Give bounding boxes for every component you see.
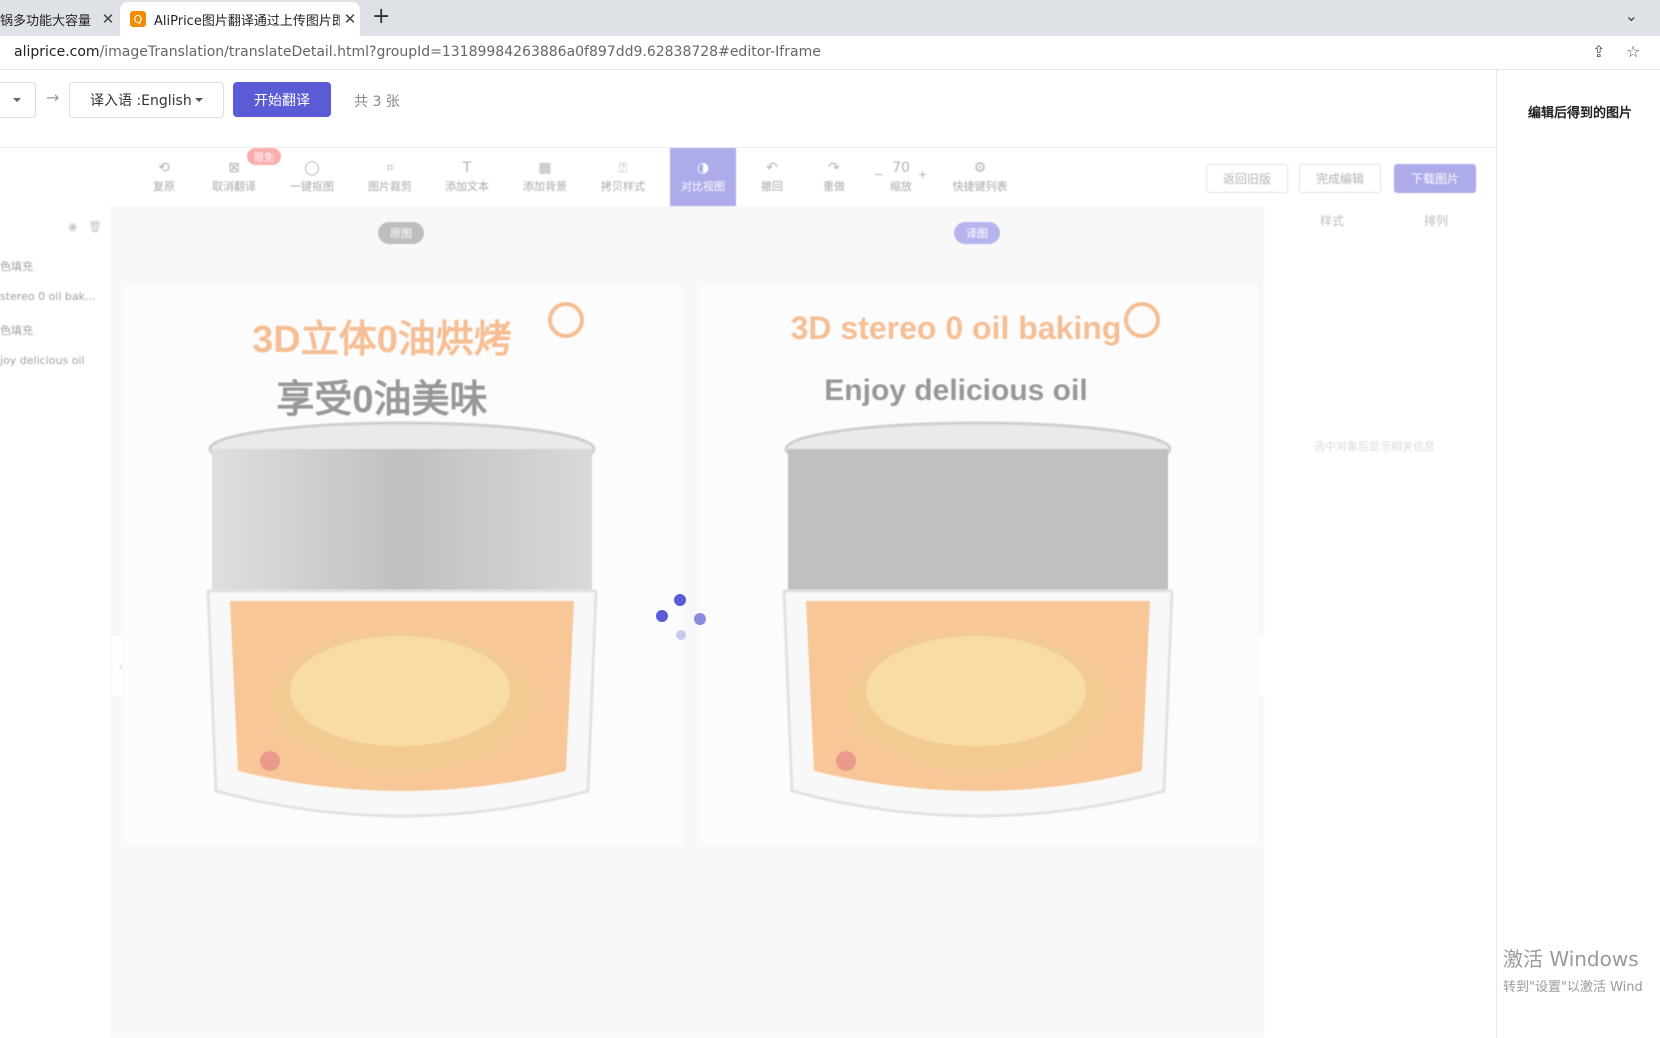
format-painter-icon: ⍰ [618,160,628,176]
original-label: 原图 [378,222,424,244]
url-domain: aliprice.com [14,44,100,60]
tool-label: 撤回 [761,180,783,193]
tool-label: 重做 [823,180,845,193]
star-icon[interactable]: ☆ [1626,42,1640,61]
layers-panel: ◉ 🗑 色填充 stereo 0 oil bak... 色填充 joy deli… [0,206,112,1038]
zoom-in-icon[interactable]: + [918,168,927,181]
tool-shortcuts[interactable]: ⚙ 快捷键列表 [940,148,1020,206]
tab-style[interactable]: 样式 [1320,212,1344,229]
ring-icon [1124,302,1160,338]
spinner-dot [694,613,706,625]
empty-hint: 选中对象后显示相关信息 [1314,440,1435,453]
compare-icon: ◑ [696,160,710,176]
spinner-dot [656,610,668,622]
tool-label: 添加背景 [523,180,567,193]
windows-activation-watermark: 激活 Windows 转到"设置"以激活 Wind [1503,943,1643,995]
back-icon: ↶ [766,160,778,176]
browser-tab-2[interactable]: Q AliPrice图片翻译通过上传图片即 ✕ [120,2,360,36]
eye-icon[interactable]: ◉ [68,220,78,233]
editor-toolbar: ⟲ 复原 ⊠ 取消翻译 限免 ◯ 一键抠图 ⌗ 图片裁剪 T 添加文本 ▦ 添加背景 ⍰ 拷贝… [112,148,1496,206]
close-icon[interactable]: ✕ [98,10,118,28]
editor-dimmed-content: ⟲ 复原 ⊠ 取消翻译 限免 ◯ 一键抠图 ⌗ 图片裁剪 T 添加文本 ▦ 添加背景 ⍰ 拷贝… [0,148,1496,1038]
tool-undo[interactable]: ↶ 撤回 [739,148,805,206]
browser-tab-bar: 锅多功能大容量 ✕ Q AliPrice图片翻译通过上传图片即 ✕ + ⌄ [0,0,1660,36]
translated-subline: Enjoy delicious oil [824,374,1088,407]
tool-label: 快捷键列表 [952,180,1008,193]
tool-crop[interactable]: ⌗ 图片裁剪 [357,148,423,206]
tool-copy-style[interactable]: ⍰ 拷贝样式 [590,148,656,206]
tool-cutout[interactable]: ◯ 一键抠图 [279,148,345,206]
result-title: 编辑后得到的图片 [1528,106,1633,121]
spinner-dot [676,630,686,640]
cancel-translate-icon: ⊠ [228,160,240,176]
new-tab-icon[interactable]: + [372,4,390,29]
text-icon: T [462,160,472,176]
tab-arrange[interactable]: 排列 [1424,212,1448,229]
air-fryer-image [206,421,598,818]
source-language-select[interactable] [0,82,36,118]
start-translate-button[interactable]: 开始翻译 [233,82,331,117]
tool-add-background[interactable]: ▦ 添加背景 [512,148,578,206]
download-image-button[interactable]: 下载图片 [1394,164,1476,193]
tab-title: 锅多功能大容量 [0,13,92,29]
url-path: /imageTranslation/translateDetail.html?g… [99,44,821,60]
tool-add-text[interactable]: T 添加文本 [434,148,500,206]
close-icon[interactable]: ✕ [340,10,360,28]
crop-icon: ⌗ [386,160,394,176]
browser-tab-1[interactable]: 锅多功能大容量 ✕ [0,2,118,36]
chevron-down-icon[interactable]: ⌄ [1625,6,1638,25]
settings-icon: ⚙ [973,160,987,176]
arrow-right-icon: → [46,88,60,107]
tool-label: 图片裁剪 [368,180,412,193]
tool-label: 添加文本 [445,180,489,193]
watermark-line2: 转到"设置"以激活 Wind [1503,980,1643,995]
layer-item[interactable]: 色填充 [0,322,33,338]
tool-label: 缩放 [890,180,912,193]
share-icon[interactable]: ⇪ [1592,42,1605,61]
translated-label: 译图 [954,222,1000,244]
tool-label: 复原 [153,180,175,193]
tool-label: 一键抠图 [290,180,334,193]
app-header: → 译入语 :English 开始翻译 共 3 张 [0,70,1496,148]
background-icon: ▦ [538,160,552,176]
address-bar[interactable]: aliprice.com/imageTranslation/translateD… [0,36,1660,70]
layer-item[interactable]: joy delicious oil [0,354,85,367]
tool-restore[interactable]: ⟲ 复原 [131,148,197,206]
url-text[interactable]: aliprice.com/imageTranslation/translateD… [14,44,821,60]
original-subline: 享受0油美味 [276,379,488,421]
free-badge: 限免 [247,148,281,165]
loading-spinner [656,592,706,642]
tab-title: AliPrice图片翻译通过上传图片即 [154,13,340,29]
result-column: 编辑后得到的图片 激活 Windows 转到"设置"以激活 Wind [1496,70,1660,1038]
translated-image: 3D stereo 0 oil baking Enjoy delicious o… [698,286,1258,846]
layer-item[interactable]: 色填充 [0,258,33,274]
aliprice-favicon-icon: Q [130,11,146,27]
editor-area: ⟲ 复原 ⊠ 取消翻译 限免 ◯ 一键抠图 ⌗ 图片裁剪 T 添加文本 ▦ 添加背景 ⍰ 拷贝… [0,148,1496,1038]
watermark-line1: 激活 Windows [1503,947,1639,971]
zoom-value: 70 [892,160,910,176]
layer-item[interactable]: stereo 0 oil bak... [0,290,96,303]
old-version-button[interactable]: 返回旧版 [1206,164,1288,193]
tool-label: 拷贝样式 [601,180,645,193]
tool-compare-view[interactable]: ◑ 对比视图 [670,148,736,206]
cutout-icon: ◯ [304,160,320,176]
properties-panel: 样式 排列 选中对象后显示相关信息 [1264,206,1496,1038]
target-language-select[interactable]: 译入语 :English [69,82,224,118]
spinner-dot [674,594,686,606]
tool-label: 对比视图 [681,180,725,193]
original-image: 3D立体0油烘烤 享受0油美味 [122,286,682,846]
undo-icon: ⟲ [158,160,170,176]
tool-redo[interactable]: ↷ 重做 [801,148,867,206]
air-fryer-image [782,421,1174,818]
ring-icon [548,302,584,338]
tool-label: 取消翻译 [212,180,256,193]
redo-icon: ↷ [828,160,840,176]
trash-icon[interactable]: 🗑 [88,220,102,233]
finish-edit-button[interactable]: 完成编辑 [1299,164,1381,193]
target-language-label: 译入语 :English [90,93,192,109]
zoom-out-icon[interactable]: − [874,168,883,181]
image-count: 共 3 张 [354,94,400,110]
